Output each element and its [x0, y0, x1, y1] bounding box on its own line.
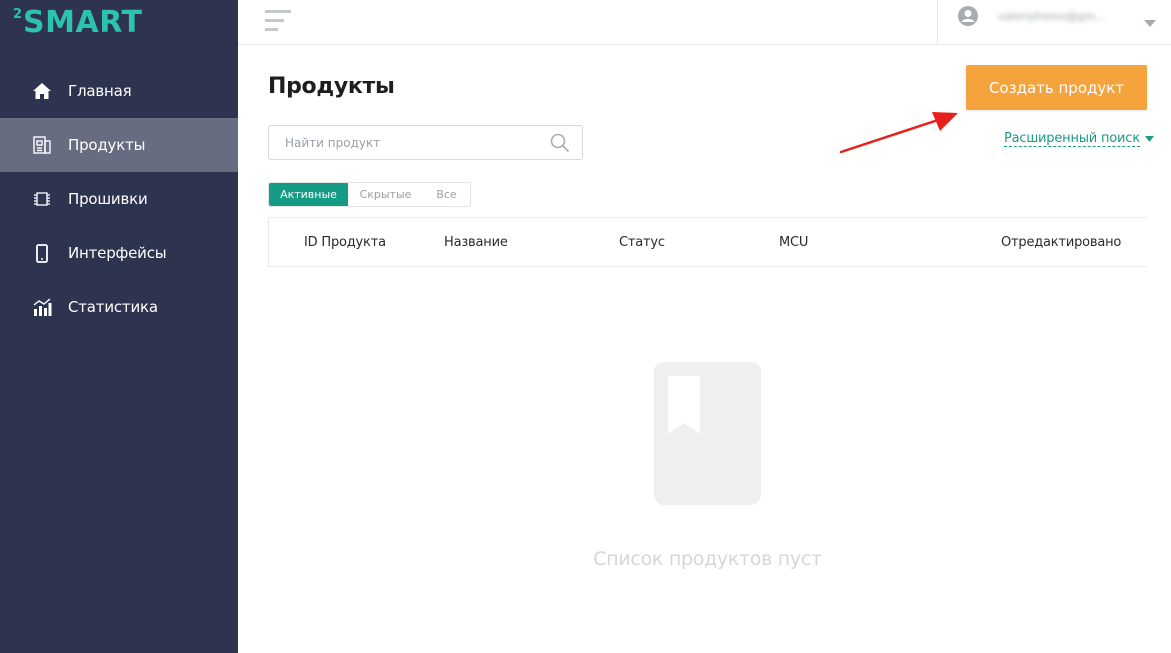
- sidebar-nav: Главная Продукты Прошивки Интерфейсы Ста…: [0, 64, 238, 334]
- phone-icon: [32, 243, 52, 263]
- create-product-button[interactable]: Создать продукт: [966, 65, 1147, 110]
- user-avatar-icon: [958, 6, 978, 26]
- sidebar-item-label: Прошивки: [68, 190, 148, 208]
- sidebar-item-interfaces[interactable]: Интерфейсы: [0, 226, 238, 280]
- annotation-arrow: [839, 112, 958, 154]
- sidebar-item-label: Статистика: [68, 298, 158, 316]
- sidebar-item-firmware[interactable]: Прошивки: [0, 172, 238, 226]
- column-header-edited[interactable]: Отредактировано: [1001, 235, 1121, 250]
- sidebar-item-label: Продукты: [68, 136, 146, 154]
- sidebar-item-label: Главная: [68, 82, 132, 100]
- advanced-search-label: Расширенный поиск: [1004, 131, 1140, 147]
- sidebar-item-products[interactable]: Продукты: [0, 118, 238, 172]
- brand-logo-text: SMART: [23, 5, 143, 40]
- status-tabs: Активные Скрытые Все: [268, 182, 471, 207]
- hamburger-icon[interactable]: [265, 10, 291, 32]
- app-root: 2 SMART Главная Продукты Прошивки Интерф…: [0, 0, 1171, 653]
- sidebar-item-home[interactable]: Главная: [0, 64, 238, 118]
- tab-active[interactable]: Активные: [269, 183, 348, 206]
- column-header-status[interactable]: Статус: [619, 235, 665, 250]
- sidebar-item-statistics[interactable]: Статистика: [0, 280, 238, 334]
- top-bar: valeriyfrolov@gm...: [238, 0, 1171, 45]
- search-icon[interactable]: [550, 133, 570, 153]
- stats-icon: [32, 297, 52, 317]
- tab-all[interactable]: Все: [423, 183, 470, 206]
- chevron-down-icon[interactable]: [1144, 13, 1156, 27]
- chip-icon: [32, 189, 52, 209]
- user-menu[interactable]: valeriyfrolov@gm...: [937, 0, 1171, 45]
- column-header-id[interactable]: ID Продукта: [304, 235, 386, 250]
- products-icon: [32, 135, 52, 155]
- brand-logo-superscript: 2: [13, 7, 23, 22]
- tab-hidden[interactable]: Скрытые: [348, 183, 423, 206]
- page-title: Продукты: [268, 74, 395, 99]
- user-email: valeriyfrolov@gm...: [998, 10, 1106, 23]
- column-header-name[interactable]: Название: [444, 235, 508, 250]
- products-table-header: ID Продукта Название Статус MCU Отредакт…: [268, 217, 1147, 267]
- brand-logo[interactable]: 2 SMART: [13, 6, 142, 40]
- empty-book-icon: [654, 362, 761, 505]
- search-box: [268, 125, 583, 160]
- empty-state-message: Список продуктов пуст: [593, 548, 822, 570]
- chevron-down-icon: [1144, 136, 1154, 142]
- home-icon: [32, 81, 52, 101]
- sidebar-item-label: Интерфейсы: [68, 244, 167, 262]
- search-input[interactable]: [285, 134, 535, 152]
- column-header-mcu[interactable]: MCU: [779, 235, 808, 250]
- advanced-search-link[interactable]: Расширенный поиск: [1004, 131, 1154, 147]
- sidebar: 2 SMART Главная Продукты Прошивки Интерф…: [0, 0, 238, 653]
